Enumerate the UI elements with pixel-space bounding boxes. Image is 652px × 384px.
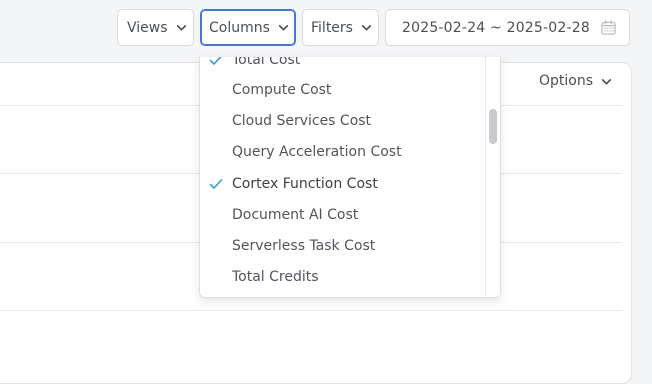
table-row-divider bbox=[0, 310, 622, 311]
column-option-label: Cortex Function Cost bbox=[232, 175, 378, 192]
column-option-cloud-services-cost[interactable]: Cloud Services Cost bbox=[200, 105, 486, 136]
options-button[interactable]: Options bbox=[539, 73, 613, 89]
chevron-down-icon bbox=[601, 78, 612, 84]
columns-label: Columns bbox=[209, 19, 270, 36]
dropdown-scrollbar[interactable] bbox=[485, 57, 500, 297]
column-option-label: Total Cost bbox=[232, 57, 301, 68]
options-label: Options bbox=[539, 73, 594, 89]
column-option-compute-cost[interactable]: Compute Cost bbox=[200, 74, 486, 105]
filters-button[interactable]: Filters bbox=[302, 9, 379, 46]
column-option-serverless-task-cost[interactable]: Serverless Task Cost bbox=[200, 230, 486, 261]
columns-button[interactable]: Columns bbox=[200, 9, 296, 46]
columns-option-list: Total Cost Compute Cost Cloud Services C… bbox=[200, 57, 486, 297]
column-option-label: Cloud Services Cost bbox=[232, 112, 372, 129]
column-option-document-ai-cost[interactable]: Document AI Cost bbox=[200, 199, 486, 230]
date-range-picker[interactable]: 2025-02-24 ~ 2025-02-28 bbox=[385, 9, 630, 46]
check-icon bbox=[209, 57, 222, 65]
column-option-label: Serverless Task Cost bbox=[232, 237, 376, 254]
column-option-total-credits[interactable]: Total Credits bbox=[200, 261, 486, 292]
scrollbar-thumb[interactable] bbox=[489, 109, 497, 144]
date-range-value: 2025-02-24 ~ 2025-02-28 bbox=[402, 19, 590, 36]
calendar-icon[interactable] bbox=[600, 19, 617, 36]
column-option-query-acceleration-cost[interactable]: Query Acceleration Cost bbox=[200, 136, 486, 167]
column-option-cortex-function-cost[interactable]: Cortex Function Cost bbox=[200, 168, 486, 199]
columns-dropdown-menu: Total Cost Compute Cost Cloud Services C… bbox=[199, 57, 501, 298]
views-button[interactable]: Views bbox=[117, 9, 194, 46]
column-option-label: Total Credits bbox=[232, 268, 319, 285]
check-icon bbox=[209, 178, 223, 189]
chevron-down-icon bbox=[361, 25, 372, 31]
column-option-total-cost[interactable]: Total Cost bbox=[200, 57, 486, 75]
chevron-down-icon bbox=[176, 25, 186, 31]
column-option-label: Compute Cost bbox=[232, 81, 332, 98]
chevron-down-icon bbox=[278, 25, 289, 31]
filters-label: Filters bbox=[311, 19, 353, 36]
column-option-label: Document AI Cost bbox=[232, 206, 359, 223]
column-option-label: Query Acceleration Cost bbox=[232, 143, 402, 160]
views-label: Views bbox=[127, 19, 168, 36]
